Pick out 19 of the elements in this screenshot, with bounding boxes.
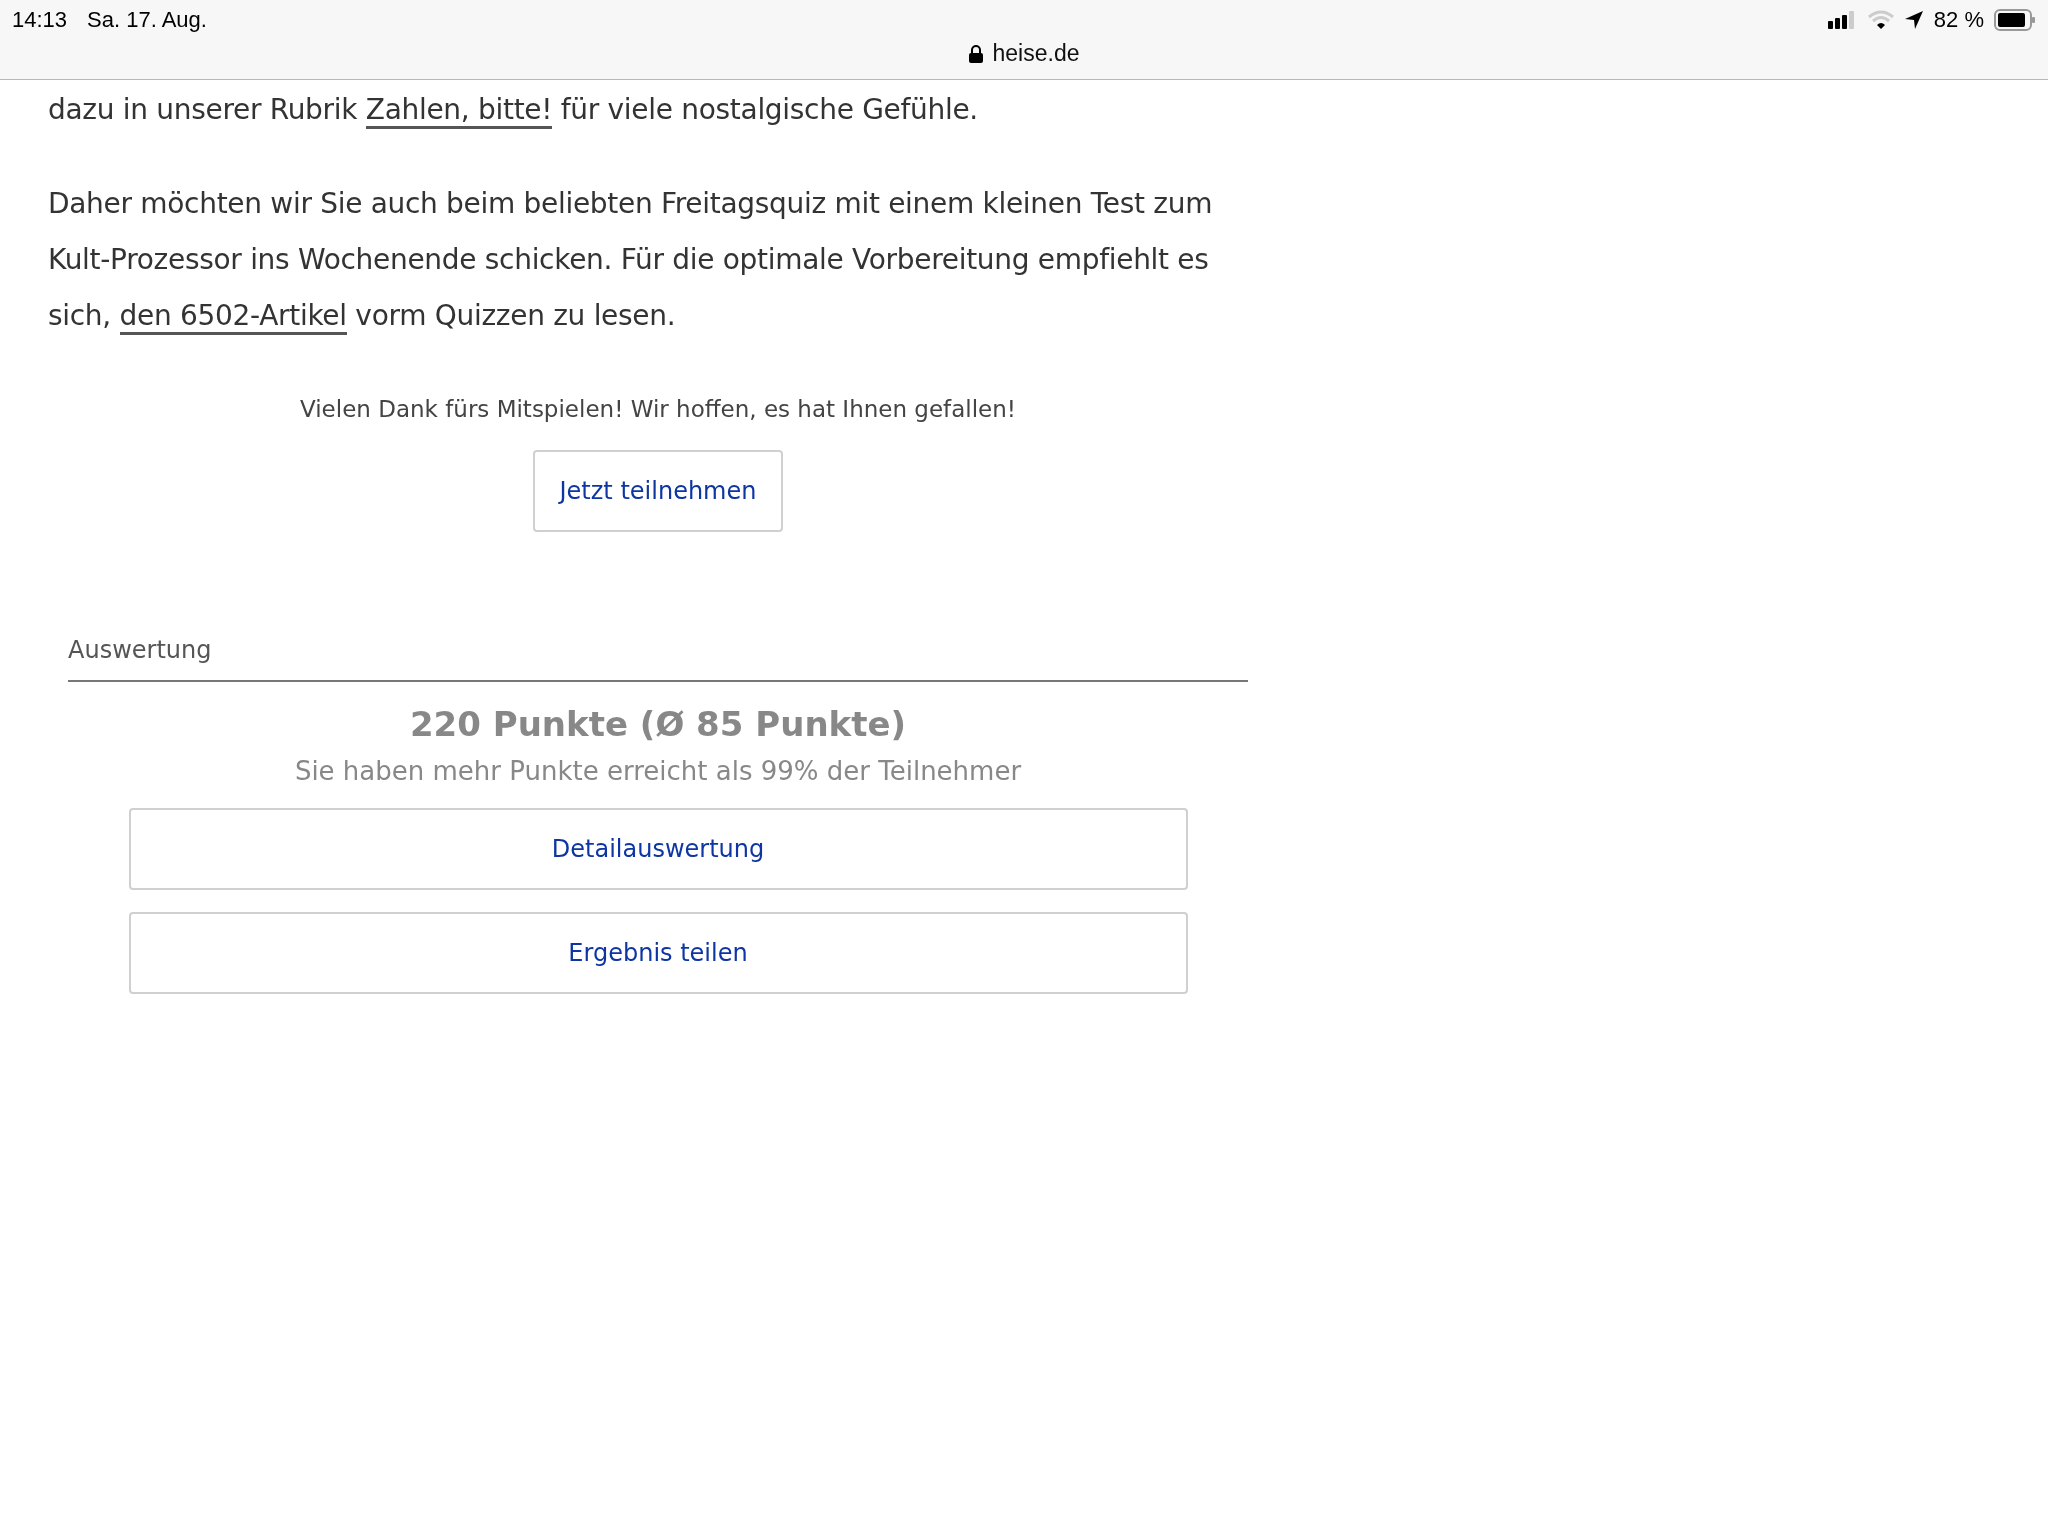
location-arrow-icon bbox=[1903, 10, 1924, 30]
evaluation-heading: Auswertung bbox=[68, 636, 1248, 682]
battery-percent: 82 % bbox=[1933, 7, 1984, 33]
result-button[interactable]: Ergebnis teilen bbox=[128, 912, 1188, 994]
article-paragraph: dazu in unserer Rubrik Zahlen, bitte! für viele nostalgische Gefühle. bbox=[48, 82, 1248, 138]
result-button[interactable]: Detailauswertung bbox=[128, 808, 1188, 890]
article-paragraph: Daher möchten wir Sie auch beim beliebten Freitagsquiz mit einem kleinen Test zum Kult-Prozessor ins Wochenende schicken. Für die optimale Vorbereitung empfiehlt es sich, den 6502-Artikel vorm Quizzen zu lesen. bbox=[48, 176, 1248, 344]
wifi-icon bbox=[1867, 10, 1894, 30]
participate-button[interactable]: Jetzt teilnehmen bbox=[533, 450, 783, 532]
thanks-message: Vielen Dank fürs Mitspielen! Wir hoffen, es hat Ihnen gefallen! bbox=[300, 396, 1016, 422]
score-summary: Sie haben mehr Punkte erreicht als 99% der Teilnehmer bbox=[294, 756, 1022, 786]
address-url[interactable]: heise.de bbox=[992, 40, 1080, 67]
battery-icon bbox=[1994, 9, 2036, 31]
lock-icon bbox=[968, 44, 983, 63]
article-link[interactable]: den 6502-Artikel bbox=[119, 299, 347, 335]
status-time: 14:13 bbox=[12, 7, 68, 33]
score-heading: 220 Punkte (Ø 85 Punkte) bbox=[409, 704, 907, 744]
status-date: Sa. 17. Aug. bbox=[87, 7, 207, 33]
article-link[interactable]: Zahlen, bitte! bbox=[365, 93, 553, 129]
